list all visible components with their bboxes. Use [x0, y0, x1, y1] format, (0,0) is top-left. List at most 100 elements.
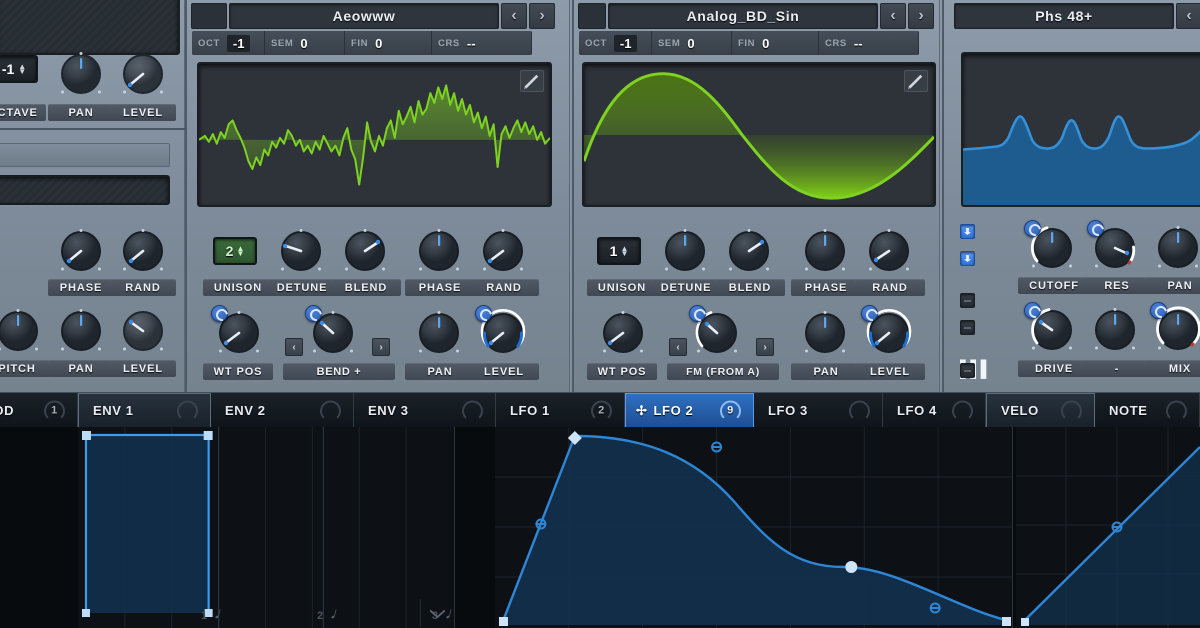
osc-a-oct-cell[interactable]: OCT -1 — [192, 31, 265, 55]
tab-env2[interactable]: ENV 2 — [211, 393, 354, 428]
noise-pan-knob[interactable] — [55, 305, 107, 357]
sub-level-knob[interactable] — [117, 48, 169, 100]
osc-a-wtpos-knob[interactable] — [213, 307, 265, 359]
route-noise-icon[interactable] — [960, 293, 975, 308]
osc-b-blend-knob[interactable] — [723, 225, 775, 277]
filter-route-n[interactable]: N — [960, 293, 969, 308]
tab-env3[interactable]: ENV 3 — [354, 393, 496, 428]
tab-env1[interactable]: ENV 1 — [78, 393, 211, 428]
osc-a-crs-cell[interactable]: CRS -- — [432, 31, 532, 55]
osc-b-fm-prev-button[interactable]: ‹ — [669, 338, 687, 356]
osc-b-menu-pad[interactable] — [578, 3, 606, 29]
osc-b-crs-cell[interactable]: CRS -- — [819, 31, 919, 55]
osc-b-pan-knob[interactable] — [799, 307, 851, 359]
osc-a-bend-mod-handle[interactable] — [305, 305, 322, 322]
osc-b-fm-mod-handle[interactable] — [689, 305, 706, 322]
osc-a-next-button[interactable]: › — [529, 3, 555, 29]
noise-pitch-knob[interactable] — [0, 305, 44, 357]
osc-a-phase-knob[interactable] — [413, 225, 465, 277]
lfo2-graph-canvas[interactable] — [495, 427, 1012, 628]
osc-a-wtpos-mod-handle[interactable] — [211, 305, 228, 322]
osc-b-fm-knob[interactable] — [691, 307, 743, 359]
osc-b-oct-cell[interactable]: OCT -1 — [579, 31, 652, 55]
osc-b-detune-knob[interactable] — [659, 225, 711, 277]
osc-a-detune-knob[interactable] — [275, 225, 327, 277]
sub-octave-stepper[interactable]: -1 ▲▼ — [0, 55, 38, 83]
tab-lfo2[interactable]: ✢ LFO 2 9 — [625, 393, 754, 428]
filter-response-display[interactable] — [961, 52, 1200, 207]
sub-pan-knob[interactable] — [55, 48, 107, 100]
filter-route-s[interactable]: S — [960, 320, 969, 335]
osc-a-fin-cell[interactable]: FIN 0 — [345, 31, 432, 55]
tab-note[interactable]: NOTE — [1095, 393, 1200, 428]
tab-velo[interactable]: VELO — [986, 393, 1095, 428]
keyboard-icon[interactable] — [960, 363, 975, 378]
filter-cutoff-knob[interactable] — [1026, 222, 1078, 274]
osc-a-bend-next-button[interactable]: › — [372, 338, 390, 356]
filter-route-keys[interactable]: ▌▌▌ — [960, 361, 991, 379]
tab-mod[interactable]: MOD 1 — [0, 393, 78, 428]
osc-b-wtpos-knob[interactable] — [597, 307, 649, 359]
osc-a-unison-stepper[interactable]: 2 ▲▼ — [213, 237, 257, 265]
filter-mix-knob[interactable] — [1152, 304, 1200, 356]
route-sub-icon[interactable] — [960, 320, 975, 335]
env1-graph-canvas[interactable] — [78, 427, 454, 628]
route-osc-b-icon[interactable] — [960, 251, 975, 266]
osc-b-level-knob[interactable] — [863, 307, 915, 359]
osc-a-sem-cell[interactable]: SEM 0 — [265, 31, 345, 55]
osc-a-menu-pad[interactable] — [191, 3, 227, 29]
spinner-arrows-icon[interactable]: ▲▼ — [236, 246, 244, 256]
osc-b-phase-knob[interactable] — [799, 225, 851, 277]
osc-b-rand-knob[interactable] — [863, 225, 915, 277]
osc-b-prev-button[interactable]: ‹ — [880, 3, 906, 29]
osc-a-pan-knob[interactable] — [413, 307, 465, 359]
filter-res-knob[interactable] — [1089, 222, 1141, 274]
velo-graph-canvas[interactable] — [1016, 427, 1200, 628]
lfo2-graph-panel[interactable] — [495, 427, 1013, 628]
filter-cutoff-mod-handle[interactable] — [1024, 220, 1041, 237]
filter-drive-knob[interactable] — [1026, 304, 1078, 356]
osc-b-unison-stepper[interactable]: 1 ▲▼ — [597, 237, 641, 265]
filter-drive-mod-handle[interactable] — [1024, 302, 1041, 319]
spinner-arrows-icon[interactable]: ▲▼ — [18, 64, 26, 74]
noise-phase-knob[interactable] — [55, 225, 107, 277]
osc-a-edit-pencil-icon[interactable] — [520, 70, 544, 92]
spinner-arrows-icon[interactable]: ▲▼ — [620, 246, 628, 256]
osc-a-rand-knob[interactable] — [477, 225, 529, 277]
env1-collapse-button[interactable] — [420, 599, 454, 627]
filter-preset-name[interactable]: Phs 48+ — [954, 3, 1174, 29]
route-osc-a-icon[interactable] — [960, 224, 975, 239]
env1-graph-panel[interactable]: 1 𝅘𝅥 2 𝅘𝅥 3 𝅘𝅥 — [78, 427, 455, 628]
filter-route-b[interactable]: B — [960, 251, 969, 266]
filter-mix-mod-handle[interactable] — [1150, 302, 1167, 319]
osc-b-fin-cell[interactable]: FIN 0 — [732, 31, 819, 55]
osc-b-preset-name[interactable]: Analog_BD_Sin — [608, 3, 878, 29]
filter-pan-knob[interactable] — [1152, 222, 1200, 274]
noise-file-field[interactable]: AC hum1 — [0, 175, 170, 205]
filter-prev-button[interactable]: ‹ — [1176, 3, 1200, 29]
osc-a-bend-prev-button[interactable]: ‹ — [285, 338, 303, 356]
filter-route-a[interactable]: A — [960, 224, 969, 239]
tab-lfo3[interactable]: LFO 3 — [754, 393, 883, 428]
osc-b-next-button[interactable]: › — [908, 3, 934, 29]
filter-extra-knob[interactable] — [1089, 304, 1141, 356]
move-icon[interactable]: ✢ — [636, 403, 648, 419]
noise-level-knob[interactable] — [117, 305, 169, 357]
osc-a-preset-name[interactable]: Aeowww — [229, 3, 499, 29]
osc-a-level-knob[interactable] — [477, 307, 529, 359]
osc-a-blend-knob[interactable] — [339, 225, 391, 277]
sub-wavetable-display[interactable] — [0, 0, 180, 55]
osc-a-bend-knob[interactable] — [307, 307, 359, 359]
osc-b-fm-next-button[interactable]: › — [756, 338, 774, 356]
osc-b-edit-pencil-icon[interactable] — [904, 70, 928, 92]
tab-lfo4[interactable]: LFO 4 — [883, 393, 986, 428]
osc-b-wavetable-display[interactable] — [582, 62, 936, 207]
filter-res-mod-handle[interactable] — [1087, 220, 1104, 237]
osc-a-prev-button[interactable]: ‹ — [501, 3, 527, 29]
tab-lfo1[interactable]: LFO 1 2 — [496, 393, 625, 428]
velo-graph-panel[interactable] — [1016, 427, 1200, 628]
osc-b-sem-cell[interactable]: SEM 0 — [652, 31, 732, 55]
osc-b-level-mod-handle[interactable] — [861, 305, 878, 322]
osc-a-level-mod-handle[interactable] — [475, 305, 492, 322]
noise-rand-knob[interactable] — [117, 225, 169, 277]
